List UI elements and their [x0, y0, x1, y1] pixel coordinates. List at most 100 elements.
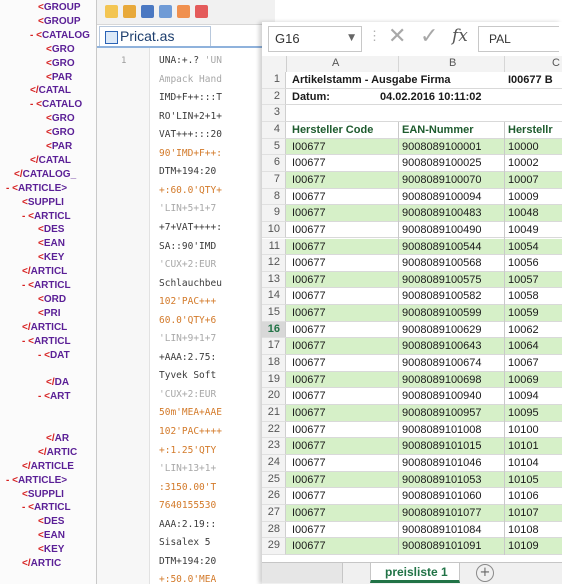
cell-ean[interactable]: 9008089100070 [402, 173, 504, 188]
row-header[interactable]: 9 [262, 205, 286, 222]
save-all-icon[interactable] [159, 5, 172, 18]
xml-tree-node[interactable]: - <ARTICL [22, 336, 71, 347]
cancel-entry-icon[interactable]: ✕ [388, 24, 406, 49]
cell-ean[interactable]: 9008089100025 [402, 156, 504, 171]
cell-hersteller-code[interactable]: I00677 [292, 506, 392, 521]
name-box[interactable]: G16 ▼ [268, 26, 362, 52]
xml-tree-node[interactable]: </ARTIC [38, 447, 77, 458]
xml-tree-node[interactable]: </CATALOG_ [14, 169, 76, 180]
cell-hersteller-nr[interactable]: 10095 [508, 406, 562, 421]
cell-hersteller-code[interactable]: I00677 [292, 323, 392, 338]
xml-tree-node[interactable]: <GRO [46, 127, 75, 138]
xml-tree-node[interactable]: - <ARTICL [22, 280, 71, 291]
cell-ean[interactable]: 9008089100599 [402, 306, 504, 321]
cell-hersteller-nr[interactable]: 10067 [508, 356, 562, 371]
cell-hersteller-code[interactable]: I00677 [292, 489, 392, 504]
row-header[interactable]: 1 [262, 72, 286, 89]
row-header[interactable]: 13 [262, 271, 286, 289]
cell-hersteller-nr[interactable]: 10058 [508, 289, 562, 304]
add-sheet-icon[interactable]: + [476, 564, 494, 582]
date-value[interactable]: 04.02.2016 10:11:02 [380, 90, 482, 105]
column-header-a[interactable]: A [332, 57, 339, 69]
cell-hersteller-code[interactable]: I00677 [292, 306, 392, 321]
cell-hersteller-nr[interactable]: 10101 [508, 439, 562, 454]
cell-ean[interactable]: 9008089100957 [402, 406, 504, 421]
date-label[interactable]: Datum: [292, 90, 330, 105]
xml-tree-node[interactable]: <PAR [46, 72, 72, 83]
xml-tree-node[interactable]: </CATAL [30, 85, 71, 96]
chevron-down-icon[interactable]: ▼ [348, 33, 355, 43]
row-header[interactable]: 2 [262, 88, 286, 106]
xml-tree-node[interactable]: <DES [38, 516, 64, 527]
sheet-tab-preisliste[interactable]: preisliste 1 [370, 563, 460, 583]
row-header[interactable]: 19 [262, 371, 286, 389]
row-header[interactable]: 21 [262, 405, 286, 422]
cell-hersteller-nr[interactable]: 10064 [508, 339, 562, 354]
row-header[interactable]: 7 [262, 171, 286, 189]
cell-hersteller-code[interactable]: I00677 [292, 473, 392, 488]
row-header[interactable]: 29 [262, 538, 286, 555]
row-header[interactable]: 11 [262, 238, 286, 256]
xml-tree-node[interactable]: <GROUP [38, 2, 81, 13]
cell-hersteller-code[interactable]: I00677 [292, 356, 392, 371]
sheet-nav-area[interactable] [262, 563, 343, 583]
cell-hersteller-nr[interactable]: 10048 [508, 206, 562, 221]
cell-hersteller-nr[interactable]: 10059 [508, 306, 562, 321]
cell-hersteller-nr[interactable]: 10107 [508, 506, 562, 521]
cell-ean[interactable]: 9008089100483 [402, 206, 504, 221]
row-header[interactable]: 25 [262, 471, 286, 489]
cell-hersteller-code[interactable]: I00677 [292, 206, 392, 221]
title-cell[interactable]: Artikelstamm - Ausgabe Firma [292, 73, 502, 88]
xml-tree-node[interactable]: </ARTICL [22, 266, 67, 277]
cell-hersteller-code[interactable]: I00677 [292, 256, 392, 271]
xml-tree-node[interactable]: - <ARTICLE> [6, 475, 67, 486]
column-header-c[interactable]: C [552, 57, 560, 69]
xml-tree-node[interactable]: <PRI [38, 308, 61, 319]
cell-ean[interactable]: 9008089100698 [402, 373, 504, 388]
cell-hersteller-nr[interactable]: 10007 [508, 173, 562, 188]
cell-hersteller-code[interactable]: I00677 [292, 373, 392, 388]
cell-ean[interactable]: 9008089100674 [402, 356, 504, 371]
cell-grid[interactable]: 1 2 3 4 5 6 7 8 9 10 11 12 13 14 15 16 17 18 19 20 21 22 23 24 2… [262, 72, 562, 584]
xml-tree-node[interactable]: <GRO [46, 58, 75, 69]
open-folder-icon[interactable] [123, 5, 136, 18]
xml-tree-node[interactable]: - <DAT [38, 350, 70, 361]
row-header[interactable]: 18 [262, 355, 286, 372]
xml-tree-node[interactable]: - <CATALO [30, 99, 82, 110]
cell-ean[interactable]: 9008089100629 [402, 323, 504, 338]
cell-hersteller-code[interactable]: I00677 [292, 406, 392, 421]
cell-ean[interactable]: 9008089100001 [402, 140, 504, 155]
save-icon[interactable] [141, 5, 154, 18]
cell-hersteller-code[interactable]: I00677 [292, 289, 392, 304]
cell-hersteller-code[interactable]: I00677 [292, 273, 392, 288]
cell-hersteller-nr[interactable]: 10106 [508, 489, 562, 504]
row-header[interactable]: 28 [262, 521, 286, 539]
cell-ean[interactable]: 9008089101091 [402, 539, 504, 554]
column-header-cell[interactable]: Herstellr [508, 123, 562, 138]
column-header-cell[interactable]: Hersteller Code [292, 123, 396, 138]
cell-hersteller-code[interactable]: I00677 [292, 523, 392, 538]
insert-function-icon[interactable]: fx [452, 26, 468, 46]
cell-ean[interactable]: 9008089100582 [402, 289, 504, 304]
cell-hersteller-nr[interactable]: 10108 [508, 523, 562, 538]
row-header[interactable]: 15 [262, 305, 286, 322]
row-header[interactable]: 12 [262, 255, 286, 272]
cell-hersteller-nr[interactable]: 10049 [508, 223, 562, 238]
xml-tree-node[interactable]: </ARTICL [22, 322, 67, 333]
cell-hersteller-code[interactable]: I00677 [292, 339, 392, 354]
xml-tree-node[interactable]: <KEY [38, 544, 64, 555]
cell-hersteller-nr[interactable]: 10054 [508, 240, 562, 255]
cell-hersteller-nr[interactable]: 10000 [508, 140, 562, 155]
row-header[interactable]: 8 [262, 188, 286, 206]
cell-ean[interactable]: 9008089100544 [402, 240, 504, 255]
cell-ean[interactable]: 9008089100568 [402, 256, 504, 271]
cell-ean[interactable]: 9008089101053 [402, 473, 504, 488]
row-header[interactable]: 23 [262, 438, 286, 455]
row-header[interactable]: 14 [262, 288, 286, 306]
xml-tree-node[interactable]: </ARTICLE [22, 461, 74, 472]
xml-tree-node[interactable]: - <ARTICL [22, 211, 71, 222]
xml-tree-node[interactable]: <EAN [38, 530, 65, 541]
cell-hersteller-code[interactable]: I00677 [292, 173, 392, 188]
xml-tree-node[interactable]: <SUPPLI [22, 489, 64, 500]
cell-ean[interactable]: 9008089101077 [402, 506, 504, 521]
